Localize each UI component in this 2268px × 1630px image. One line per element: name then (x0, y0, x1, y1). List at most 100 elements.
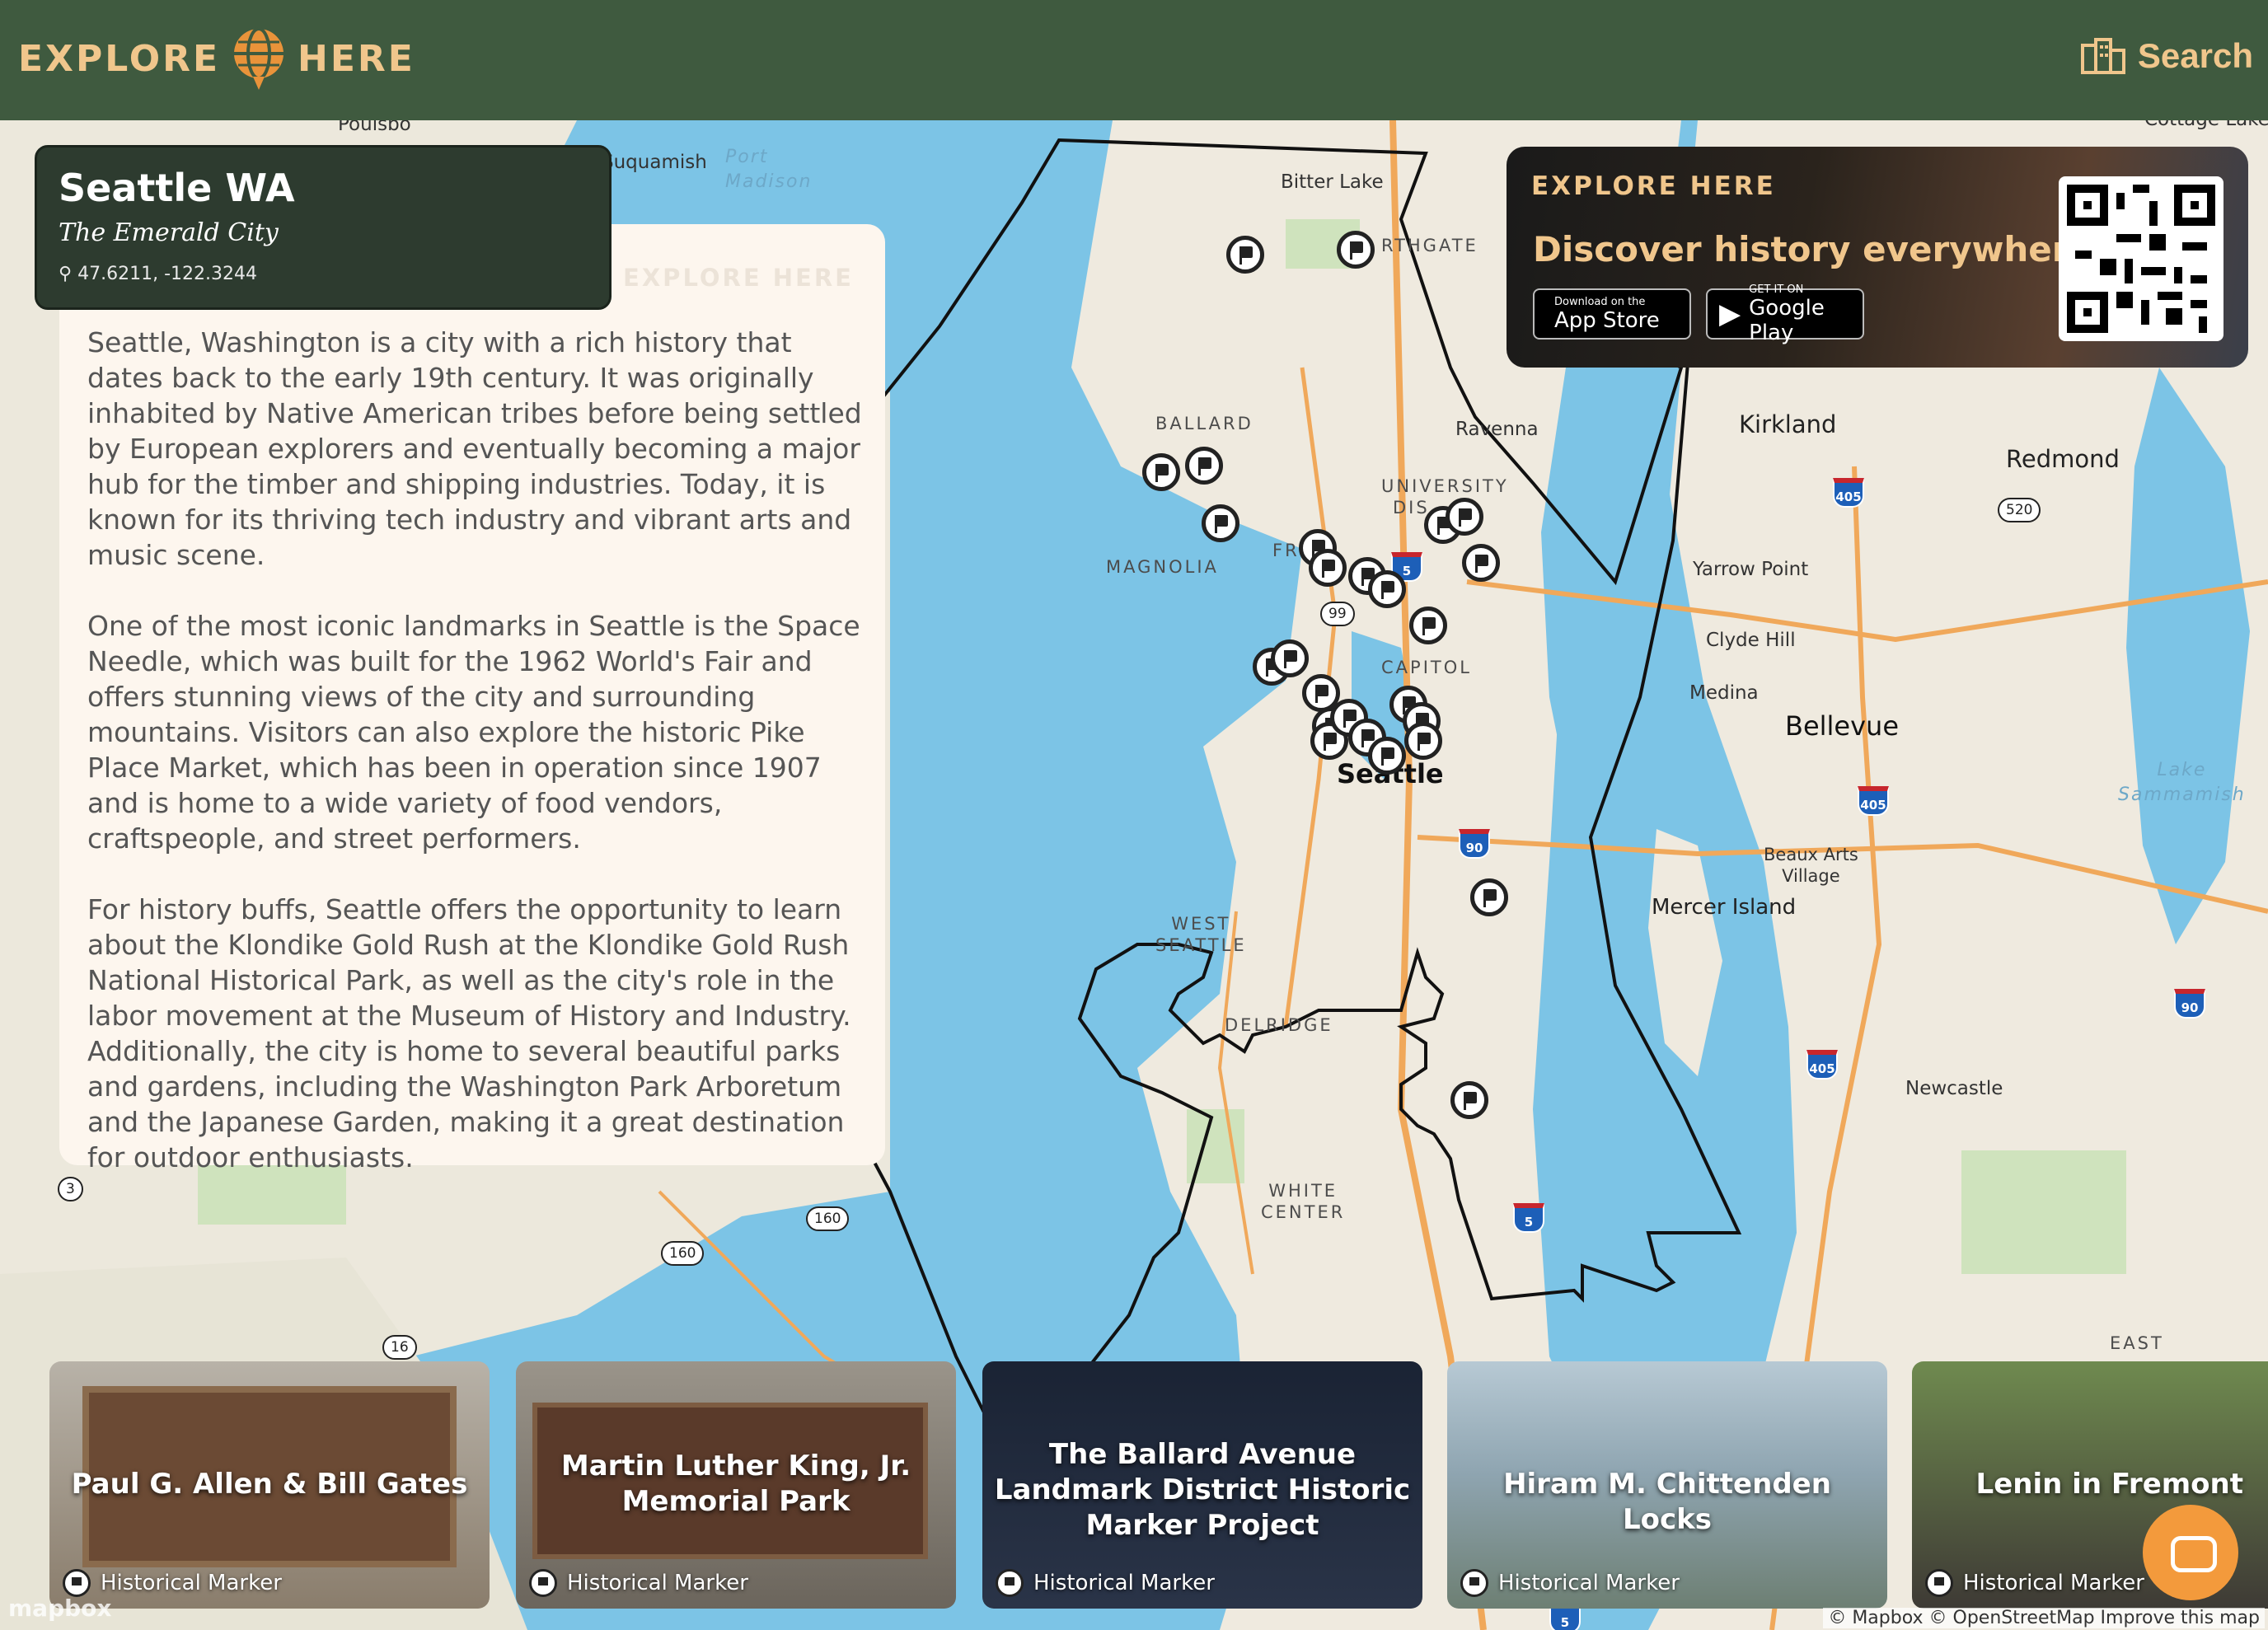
card-tag-label: Historical Marker (1033, 1571, 1215, 1595)
map-marker[interactable] (1470, 878, 1508, 916)
label-capitol: CAPITOL (1381, 658, 1472, 677)
label-university: UNIVERSITY (1381, 476, 1509, 496)
appstore-large: App Store (1554, 307, 1660, 333)
map-marker[interactable] (1185, 447, 1223, 485)
card-title: Hiram M. Chittenden Locks (1503, 1468, 1831, 1536)
label-dis: DIS (1393, 498, 1430, 518)
label-lake-sammamish: Lake Sammamish (2118, 760, 2246, 805)
highway-shield: 405 (1833, 478, 1864, 508)
promo-logo: EXPLORE HERE (1531, 171, 1776, 201)
app-promo-banner: EXPLORE HERE Discover history everywhere… (1507, 147, 2248, 368)
coords-value: 47.6211, -122.3244 (77, 264, 257, 284)
card-title: Paul G. Allen & Bill Gates (71, 1468, 468, 1501)
label-clyde-hill: Clyde Hill (1706, 630, 1796, 651)
label-poulsbo: Poulsbo (338, 120, 411, 135)
map-marker[interactable] (1337, 231, 1375, 269)
map-marker[interactable] (1462, 544, 1500, 582)
label-ravenna: Ravenna (1455, 419, 1539, 440)
search-label: Search (2137, 36, 2253, 75)
highway-shield: 405 (1858, 786, 1889, 816)
route-marker: 160 (806, 1206, 850, 1231)
map-marker[interactable] (1226, 236, 1264, 274)
chat-button[interactable] (2143, 1505, 2238, 1600)
map-marker[interactable] (1368, 737, 1406, 775)
description-text: Seattle, Washington is a city with a ric… (87, 325, 862, 1175)
search-button[interactable]: Search (2080, 36, 2253, 76)
marker-card[interactable]: Paul G. Allen & Bill Gates Historical Ma… (49, 1361, 490, 1609)
highway-shield: 90 (2174, 989, 2205, 1019)
label-medina: Medina (1689, 682, 1759, 704)
play-icon: ▶ (1719, 297, 1741, 330)
label-delridge: DELRIDGE (1225, 1015, 1333, 1035)
googleplay-small: GET IT ON (1749, 283, 1804, 296)
label-yarrow-point: Yarrow Point (1693, 559, 1809, 580)
label-suquamish: Suquamish (602, 152, 707, 173)
description-paragraph: Seattle, Washington is a city with a ric… (87, 326, 862, 571)
location-card: Seattle WA The Emerald City ⚲ 47.6211, -… (35, 145, 612, 310)
map-attribution[interactable]: © Mapbox © OpenStreetMap Improve this ma… (1823, 1608, 2265, 1628)
map-marker[interactable] (1142, 453, 1180, 491)
description-paragraph: For history buffs, Seattle offers the op… (87, 893, 851, 1173)
marker-icon (996, 1569, 1024, 1597)
label-northgate: RTHGATE (1381, 236, 1478, 255)
card-tag-label: Historical Marker (1963, 1571, 2144, 1595)
marker-icon (1460, 1569, 1488, 1597)
promo-headline: Discover history everywhere (1533, 229, 2092, 269)
marker-icon (63, 1569, 91, 1597)
card-tag-label: Historical Marker (101, 1571, 282, 1595)
marker-icon (529, 1569, 557, 1597)
route-marker: 16 (382, 1335, 417, 1360)
label-cottage-lake: Cottage Lake (2144, 120, 2268, 130)
route-marker: 520 (1998, 498, 2041, 522)
label-redmond: Redmond (2006, 445, 2120, 473)
city-buildings-icon (2080, 38, 2125, 74)
map-marker[interactable] (1404, 722, 1442, 760)
appstore-small: Download on the (1554, 295, 1646, 308)
route-marker: 99 (1320, 602, 1355, 626)
marker-card[interactable]: Hiram M. Chittenden Locks Historical Mar… (1447, 1361, 1887, 1609)
highway-shield: 405 (1806, 1050, 1838, 1080)
label-fremont: FR (1272, 541, 1300, 560)
marker-card[interactable]: The Ballard Avenue Landmark District His… (982, 1361, 1422, 1609)
label-white-center: WHITE CENTER (1261, 1181, 1346, 1222)
card-title: The Ballard Avenue Landmark District His… (994, 1438, 1411, 1542)
label-mercer-island: Mercer Island (1652, 895, 1797, 920)
label-west-seattle: WEST SEATTLE (1155, 914, 1247, 955)
card-tag: Historical Marker (1925, 1569, 2144, 1597)
location-subtitle: The Emerald City (59, 218, 279, 247)
app-store-button[interactable]: Download on the App Store (1533, 288, 1691, 340)
map-marker[interactable] (1309, 549, 1347, 587)
globe-pin-icon (234, 27, 284, 90)
highway-shield: 5 (1513, 1203, 1544, 1233)
description-panel: EXPLORE HERE Seattle, Washington is a ci… (59, 224, 885, 1173)
qr-code-icon (2067, 185, 2215, 333)
logo-word-explore: EXPLORE (18, 37, 221, 80)
location-coords: ⚲ 47.6211, -122.3244 (59, 264, 588, 284)
label-bitter-lake: Bitter Lake (1281, 171, 1384, 193)
map-marker[interactable] (1271, 639, 1309, 677)
qr-code (2059, 176, 2223, 341)
map-marker[interactable] (1446, 498, 1483, 536)
mapbox-logo[interactable]: mapbox (8, 1595, 111, 1622)
app-header: EXPLORE HERE Search (0, 0, 2268, 120)
label-newcastle: Newcastle (1905, 1078, 2003, 1099)
label-kirkland: Kirkland (1739, 410, 1837, 438)
card-title: Martin Luther King, Jr. Memorial Park (560, 1450, 911, 1518)
route-marker: 3 (58, 1177, 83, 1201)
route-marker: 160 (661, 1241, 705, 1266)
map-marker[interactable] (1202, 504, 1239, 542)
label-east-renton: EAST (2110, 1333, 2164, 1353)
pin-icon: ⚲ (59, 264, 78, 284)
watermark-logo: EXPLORE HERE (623, 264, 854, 292)
map-marker[interactable] (1450, 1081, 1488, 1119)
map-marker[interactable] (1368, 570, 1406, 608)
description-paragraph: One of the most iconic landmarks in Seat… (87, 610, 860, 855)
map-marker[interactable] (1409, 607, 1447, 644)
label-port-madison: Port Madison (725, 147, 813, 192)
explore-here-logo[interactable]: EXPLORE HERE (18, 21, 415, 96)
card-tag: Historical Marker (1460, 1569, 1680, 1597)
marker-icon (1925, 1569, 1953, 1597)
google-play-button[interactable]: ▶ GET IT ON Google Play (1706, 283, 1864, 345)
marker-card[interactable]: Martin Luther King, Jr. Memorial Park Hi… (516, 1361, 956, 1609)
card-tag: Historical Marker (996, 1569, 1215, 1597)
